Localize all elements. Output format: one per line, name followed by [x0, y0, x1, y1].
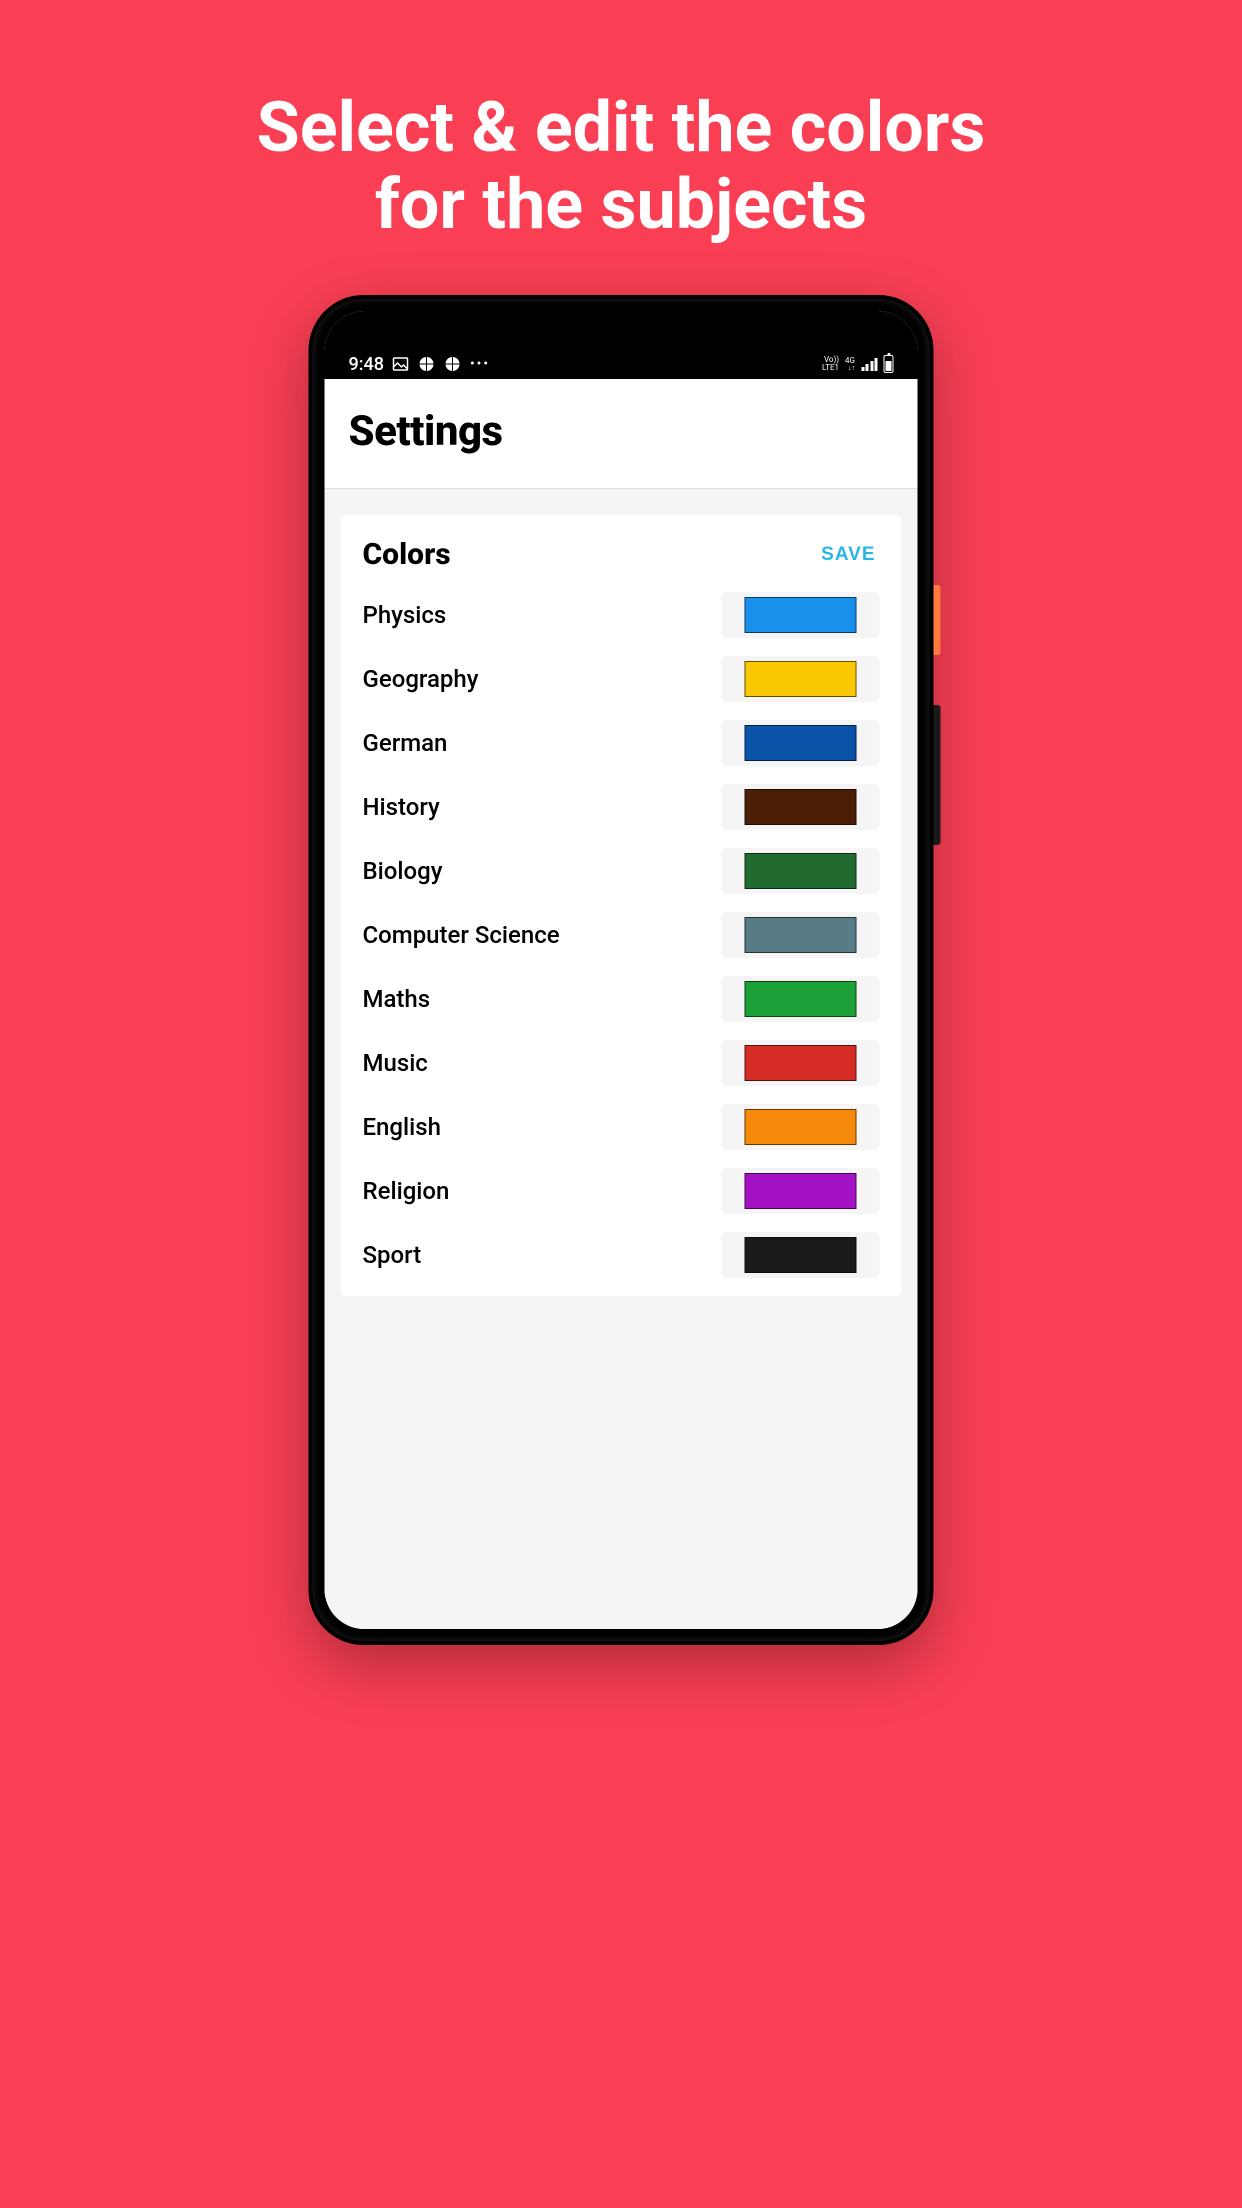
battery-icon [884, 355, 894, 373]
color-swatch [745, 661, 857, 697]
subject-label: Biology [363, 857, 443, 885]
color-swatch [745, 789, 857, 825]
status-left: 9:48 ••• [349, 354, 491, 375]
subject-label: Sport [363, 1241, 422, 1269]
status-time: 9:48 [349, 354, 384, 375]
color-swatch [745, 1237, 857, 1273]
film-icon-2 [444, 355, 462, 373]
phone-volume-button [934, 705, 941, 845]
film-icon [418, 355, 436, 373]
app-header: Settings [325, 379, 918, 489]
color-row: Sport [363, 1232, 880, 1278]
picture-icon [392, 355, 410, 373]
subject-label: Physics [363, 601, 447, 629]
subject-label: English [363, 1113, 441, 1141]
signal-icon [861, 357, 878, 371]
page-title: Settings [349, 407, 894, 456]
phone-frame: 9:48 ••• Vo)) LTE1 4G ↓↑ [309, 295, 934, 1645]
color-swatch [745, 597, 857, 633]
network-4g: 4G ↓↑ [845, 357, 855, 372]
color-row: English [363, 1104, 880, 1150]
phone-power-button [934, 585, 941, 655]
color-picker[interactable] [722, 1040, 880, 1086]
subject-label: German [363, 729, 448, 757]
subject-label: Religion [363, 1177, 450, 1205]
color-row: Physics [363, 592, 880, 638]
content-area[interactable]: Colors SAVE Physics Geography German Histor… [325, 489, 918, 1629]
subject-label: Geography [363, 665, 479, 693]
color-row: Music [363, 1040, 880, 1086]
card-title: Colors [363, 537, 451, 572]
color-row: Computer Science [363, 912, 880, 958]
colors-card: Colors SAVE Physics Geography German Histor… [341, 515, 902, 1296]
color-swatch [745, 725, 857, 761]
color-swatch [745, 917, 857, 953]
color-picker[interactable] [722, 1104, 880, 1150]
color-picker[interactable] [722, 656, 880, 702]
color-picker[interactable] [722, 720, 880, 766]
promo-title-line1: Select & edit the colors [0, 90, 1242, 167]
save-button[interactable]: SAVE [821, 544, 879, 566]
color-swatch [745, 1173, 857, 1209]
color-row: Geography [363, 656, 880, 702]
color-row: History [363, 784, 880, 830]
card-header: Colors SAVE [363, 537, 880, 572]
more-icon: ••• [470, 356, 490, 372]
subject-label: History [363, 793, 440, 821]
subject-label: Maths [363, 985, 431, 1013]
color-picker[interactable] [722, 1232, 880, 1278]
color-row: Biology [363, 848, 880, 894]
color-picker[interactable] [722, 784, 880, 830]
color-picker[interactable] [722, 976, 880, 1022]
phone-screen: 9:48 ••• Vo)) LTE1 4G ↓↑ [325, 311, 918, 1629]
color-picker[interactable] [722, 1168, 880, 1214]
color-picker[interactable] [722, 848, 880, 894]
color-swatch [745, 1109, 857, 1145]
color-row: Religion [363, 1168, 880, 1214]
status-bar: 9:48 ••• Vo)) LTE1 4G ↓↑ [325, 311, 918, 379]
color-picker[interactable] [722, 912, 880, 958]
color-row: Maths [363, 976, 880, 1022]
promo-title: Select & edit the colors for the subject… [0, 0, 1242, 244]
color-swatch [745, 853, 857, 889]
color-swatch [745, 981, 857, 1017]
status-right: Vo)) LTE1 4G ↓↑ [822, 355, 894, 373]
color-row: German [363, 720, 880, 766]
subjects-list: Physics Geography German History Biology Comp… [363, 592, 880, 1278]
promo-title-line2: for the subjects [0, 167, 1242, 244]
subject-label: Music [363, 1049, 428, 1077]
network-label: Vo)) LTE1 [822, 356, 839, 372]
color-picker[interactable] [722, 592, 880, 638]
subject-label: Computer Science [363, 921, 560, 949]
color-swatch [745, 1045, 857, 1081]
